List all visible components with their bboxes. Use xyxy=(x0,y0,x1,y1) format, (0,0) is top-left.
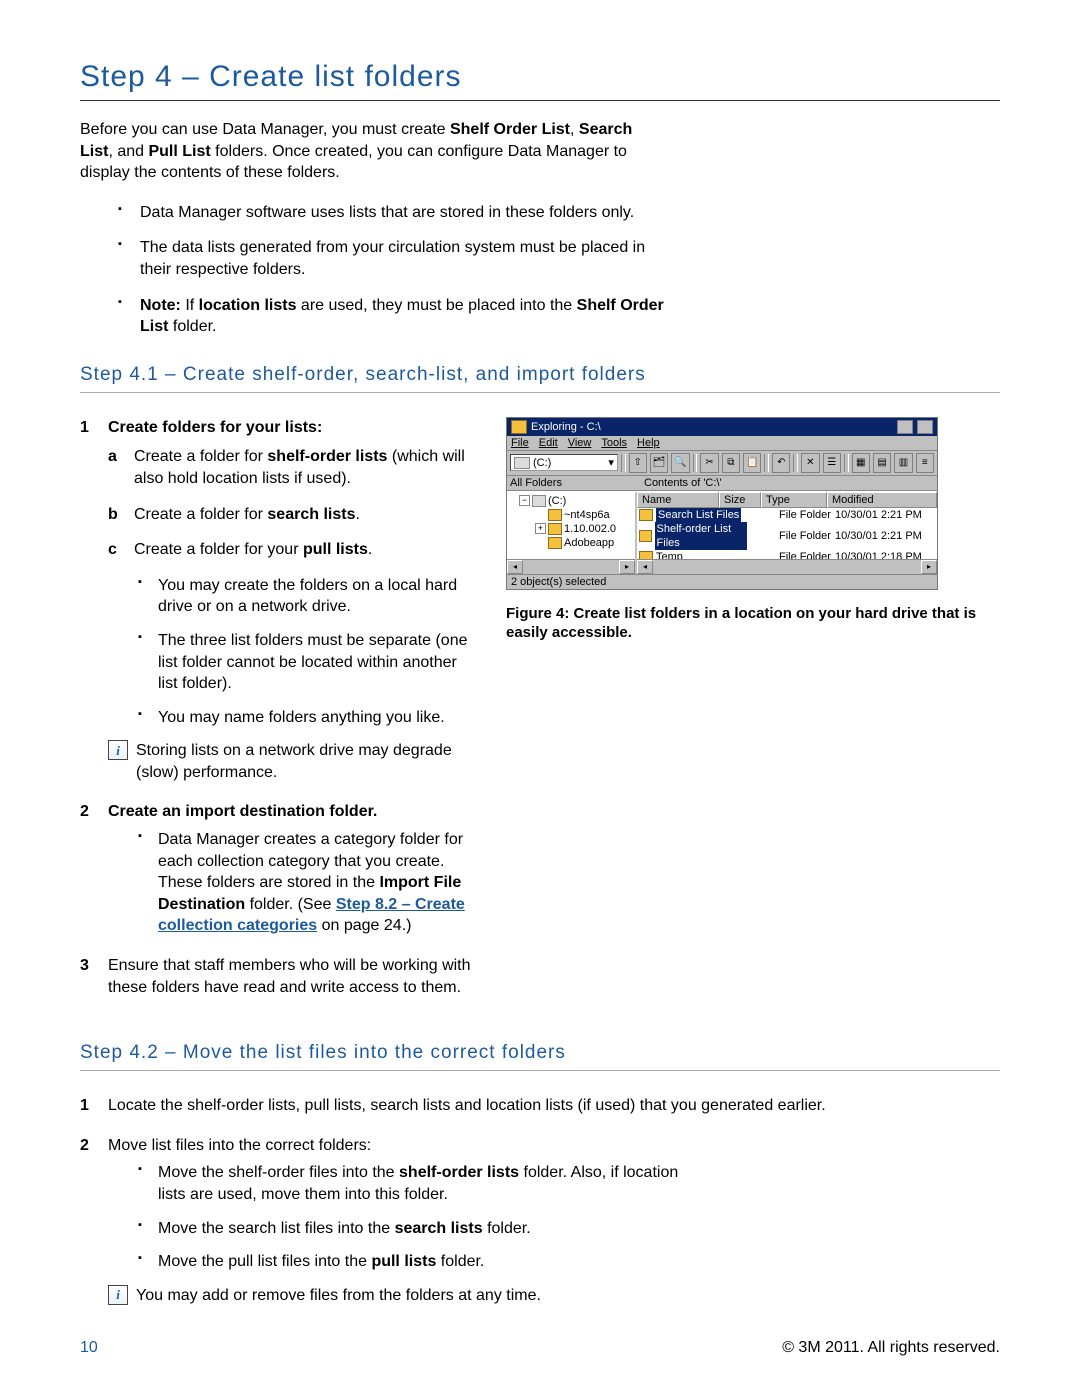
step-1a: aCreate a folder for shelf-order lists (… xyxy=(108,446,480,489)
scroll-left-icon: ◂ xyxy=(637,560,653,574)
info-icon: i xyxy=(108,740,128,760)
menu-view: View xyxy=(568,437,592,449)
explorer-titlebar: Exploring - C:\ xyxy=(507,418,937,436)
bullet-item: Data Manager software uses lists that ar… xyxy=(118,202,668,224)
window-title: Exploring - C:\ xyxy=(531,421,601,433)
bullet-item: The data lists generated from your circu… xyxy=(118,237,668,280)
view-icon: ≡ xyxy=(916,453,934,473)
tool-icon: 🗂 xyxy=(650,453,668,473)
paste-icon: 📋 xyxy=(743,453,761,473)
sub-bullet: You may name folders anything you like. xyxy=(138,707,480,729)
sub-bullet: The three list folders must be separate … xyxy=(138,630,480,695)
step-3: 3 Ensure that staff members who will be … xyxy=(80,955,480,998)
step-1b: bCreate a folder for search lists. xyxy=(108,504,480,526)
sub-bullet: Data Manager creates a category folder f… xyxy=(138,829,480,937)
tree-node: Adobeapp xyxy=(509,536,633,550)
explorer-statusbar: 2 object(s) selected xyxy=(507,574,937,589)
copyright: © 3M 2011. All rights reserved. xyxy=(782,1339,1000,1357)
menu-file: File xyxy=(511,437,529,449)
cut-icon: ✂ xyxy=(700,453,718,473)
file-list-header: Name Size Type Modified xyxy=(637,492,937,508)
folder-tree: − (C:) ~nt4sp6a+ 1.10.002.0 Adobeapp xyxy=(507,492,635,559)
left-pane-header: All Folders xyxy=(507,476,641,491)
step-2: 2 Create an import destination folder. D… xyxy=(80,801,480,937)
intro-paragraph: Before you can use Data Manager, you mus… xyxy=(80,119,640,184)
explorer-toolbar: (C:)▾ ⇧ 🗂 🔍 ✂ ⧉ 📋 ↶ ✕ ☰ ▦ ▤ xyxy=(507,451,937,476)
step-42-2: 2Move list files into the correct folder… xyxy=(80,1135,1000,1307)
step4-heading: Step 4 – Create list folders xyxy=(80,60,1000,101)
sub-bullet: You may create the folders on a local ha… xyxy=(138,575,480,618)
tool-icon: 🔍 xyxy=(671,453,689,473)
menu-edit: Edit xyxy=(539,437,558,449)
delete-icon: ✕ xyxy=(801,453,819,473)
sub-bullet: Move the shelf-order files into the shel… xyxy=(138,1162,698,1205)
explorer-menubar: File Edit View Tools Help xyxy=(507,436,937,451)
step4-1-heading: Step 4.1 – Create shelf-order, search-li… xyxy=(80,364,1000,390)
info-note: i You may add or remove files from the f… xyxy=(108,1285,1000,1307)
view-icon: ▦ xyxy=(852,453,870,473)
info-icon: i xyxy=(108,1285,128,1305)
tree-node: ~nt4sp6a xyxy=(509,508,633,522)
info-note: i Storing lists on a network drive may d… xyxy=(108,740,480,783)
step-1: 1 Create folders for your lists: aCreate… xyxy=(80,417,480,784)
scroll-right-icon: ▸ xyxy=(619,560,635,574)
step-1c: cCreate a folder for your pull lists. xyxy=(108,539,480,561)
folder-icon xyxy=(511,420,527,434)
file-list: Search List FilesFile Folder10/30/01 2:2… xyxy=(637,508,937,559)
step4-2-heading: Step 4.2 – Move the list files into the … xyxy=(80,1042,1000,1068)
properties-icon: ☰ xyxy=(823,453,841,473)
menu-tools: Tools xyxy=(601,437,627,449)
up-icon: ⇧ xyxy=(629,453,647,473)
file-row: Shelf-order List FilesFile Folder10/30/0… xyxy=(637,522,937,550)
view-icon: ▤ xyxy=(873,453,891,473)
scroll-right-icon: ▸ xyxy=(921,560,937,574)
intro-bullets: Data Manager software uses lists that ar… xyxy=(118,202,668,338)
tree-node: + 1.10.002.0 xyxy=(509,522,633,536)
scroll-left-icon: ◂ xyxy=(507,560,523,574)
divider xyxy=(80,392,1000,393)
undo-icon: ↶ xyxy=(772,453,790,473)
right-pane-header: Contents of 'C:\' xyxy=(641,476,937,491)
address-box: (C:)▾ xyxy=(510,454,618,471)
view-icon: ▥ xyxy=(894,453,912,473)
page-number: 10 xyxy=(80,1339,98,1357)
file-row: Search List FilesFile Folder10/30/01 2:2… xyxy=(637,508,937,522)
figure-caption: Figure 4: Create list folders in a locat… xyxy=(506,604,1000,643)
sub-bullet: Move the search list files into the sear… xyxy=(138,1218,698,1240)
bullet-item: Note: If location lists are used, they m… xyxy=(118,295,668,338)
step-42-1: 1Locate the shelf-order lists, pull list… xyxy=(80,1095,1000,1117)
menu-help: Help xyxy=(637,437,660,449)
copy-icon: ⧉ xyxy=(722,453,740,473)
file-row: TempFile Folder10/30/01 2:18 PM xyxy=(637,550,937,559)
sub-bullet: Move the pull list files into the pull l… xyxy=(138,1251,698,1273)
tree-node: − (C:) xyxy=(509,494,633,508)
divider xyxy=(80,1070,1000,1071)
minimize-icon xyxy=(897,420,913,434)
maximize-icon xyxy=(917,420,933,434)
explorer-window-figure: Exploring - C:\ File Edit View Tools Hel… xyxy=(506,417,938,590)
page-footer: 10 © 3M 2011. All rights reserved. xyxy=(80,1339,1000,1357)
drive-icon xyxy=(514,457,530,469)
